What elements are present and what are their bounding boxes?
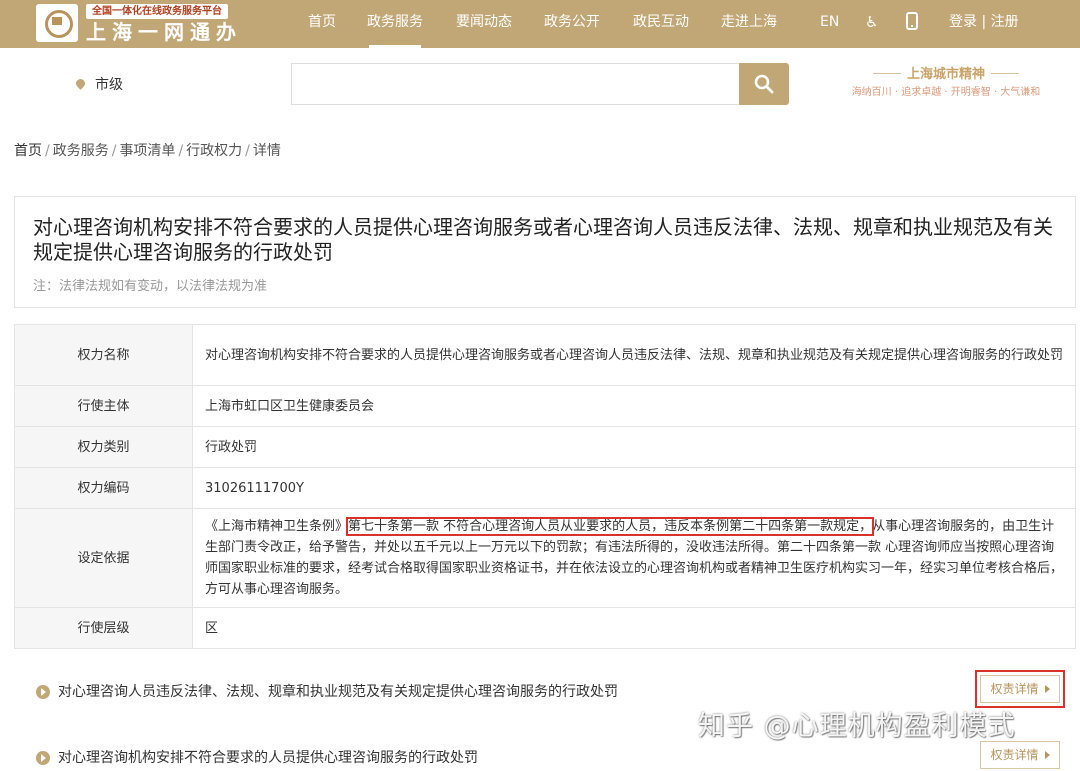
- row-value: 区: [192, 607, 1076, 649]
- breadcrumb-gov-services[interactable]: 政务服务: [53, 143, 109, 159]
- breadcrumb-current: 详情: [252, 143, 281, 159]
- search-icon: [754, 74, 774, 94]
- row-value: 对心理咨询机构安排不符合要求的人员提供心理咨询服务或者心理咨询人员违反法律、法规…: [192, 324, 1076, 386]
- bullet-arrow-icon: [36, 751, 50, 765]
- top-nav-bar: 全国一体化在线政务服务平台 上海一网通办 首页 政务服务 要闻动态 政务公开 政…: [0, 0, 1080, 48]
- nav-news[interactable]: 要闻动态: [456, 0, 512, 48]
- power-detail-button-label: 权责详情: [990, 748, 1039, 762]
- nav-about-shanghai[interactable]: 走进上海: [721, 0, 777, 48]
- table-row: 设定依据 《上海市精神卫生条例》第七十条第一款 不符合心理咨询人员从业要求的人员…: [14, 508, 1076, 608]
- mobile-icon[interactable]: [906, 0, 918, 48]
- nav-home[interactable]: 首页: [308, 0, 336, 48]
- nav-interaction[interactable]: 政民互动: [633, 0, 689, 48]
- caret-right-icon: [1044, 685, 1050, 693]
- title-box: 对心理咨询机构安排不符合要求的人员提供心理咨询服务或者心理咨询人员违反法律、法规…: [14, 196, 1076, 308]
- login-register-link[interactable]: 登录 | 注册: [949, 0, 1019, 48]
- table-row: 权力类别 行政处罚: [14, 426, 1076, 468]
- row-label: 行使层级: [14, 607, 193, 649]
- location-pin-icon: [74, 77, 87, 90]
- row-value: 31026111700Y: [192, 467, 1076, 509]
- row-value: 上海市虹口区卫生健康委员会: [192, 385, 1076, 427]
- row-value: 行政处罚: [192, 426, 1076, 468]
- row-label: 权力类别: [14, 426, 193, 468]
- power-detail-button[interactable]: 权责详情: [975, 670, 1065, 708]
- page-note: 注：法律法规如有变动，以法律法规为准: [33, 279, 268, 294]
- related-item: 对心理咨询机构安排不符合要求的人员提供心理咨询服务的行政处罚 权责详情: [36, 741, 1066, 769]
- location-selector[interactable]: 市级: [74, 74, 123, 94]
- row-label: 权力编码: [14, 467, 193, 509]
- related-item-title[interactable]: 对心理咨询人员违反法律、法规、规章和执业规范及有关规定提供心理咨询服务的行政处罚: [58, 681, 618, 703]
- nav-gov-public[interactable]: 政务公开: [544, 0, 600, 48]
- platform-badge: 全国一体化在线政务服务平台: [86, 4, 228, 19]
- related-item: 对心理咨询人员违反法律、法规、规章和执业规范及有关规定提供心理咨询服务的行政处罚…: [36, 670, 1066, 708]
- power-detail-table: 权力名称 对心理咨询机构安排不符合要求的人员提供心理咨询服务或者心理咨询人员违反…: [14, 324, 1076, 649]
- basis-regulation-name: 《上海市精神卫生条例》: [205, 519, 349, 534]
- table-row: 权力名称 对心理咨询机构安排不符合要求的人员提供心理咨询服务或者心理咨询人员违反…: [14, 324, 1076, 386]
- breadcrumb-home[interactable]: 首页: [14, 143, 42, 159]
- row-label: 权力名称: [14, 324, 193, 386]
- accessibility-icon[interactable]: ♿: [865, 0, 878, 48]
- site-logo-icon[interactable]: [36, 4, 78, 42]
- breadcrumb: 首页 / 政务服务 / 事项清单 / 行政权力 / 详情: [14, 143, 281, 159]
- related-item-title[interactable]: 对心理咨询机构安排不符合要求的人员提供心理咨询服务的行政处罚: [58, 747, 478, 769]
- page-title: 对心理咨询机构安排不符合要求的人员提供心理咨询服务或者心理咨询人员违反法律、法规…: [33, 215, 1053, 264]
- breadcrumb-item-list[interactable]: 事项清单: [119, 143, 175, 159]
- watermark: 知乎 @心理机构盈利模式: [698, 711, 1016, 742]
- breadcrumb-admin-power[interactable]: 行政权力: [186, 143, 242, 159]
- row-label: 行使主体: [14, 385, 193, 427]
- site-name[interactable]: 上海一网通办: [86, 20, 242, 44]
- city-spirit-title: 上海城市精神: [840, 66, 1052, 84]
- table-row: 行使层级 区: [14, 607, 1076, 649]
- caret-right-icon: [1044, 751, 1050, 759]
- basis-highlighted-clause: 第七十条第一款 不符合心理咨询人员从业要求的人员，违反本条例第二十四条第一款规定…: [346, 517, 875, 536]
- power-detail-button[interactable]: 权责详情: [980, 741, 1060, 769]
- bullet-arrow-icon: [36, 685, 50, 699]
- search-button[interactable]: [739, 63, 789, 105]
- location-label: 市级: [95, 77, 123, 93]
- table-row: 权力编码 31026111700Y: [14, 467, 1076, 509]
- row-label: 设定依据: [14, 508, 193, 608]
- city-spirit-banner: 上海城市精神 海纳百川 · 追求卓越 · 开明睿智 · 大气谦和: [840, 66, 1052, 102]
- nav-gov-services[interactable]: 政务服务: [367, 0, 423, 48]
- nav-english[interactable]: EN: [820, 0, 839, 48]
- table-row: 行使主体 上海市虹口区卫生健康委员会: [14, 385, 1076, 427]
- search-input[interactable]: [291, 63, 740, 105]
- power-detail-button-label: 权责详情: [990, 682, 1039, 696]
- row-value-basis: 《上海市精神卫生条例》第七十条第一款 不符合心理咨询人员从业要求的人员，违反本条…: [192, 508, 1076, 608]
- city-spirit-motto: 海纳百川 · 追求卓越 · 开明睿智 · 大气谦和: [851, 87, 1041, 98]
